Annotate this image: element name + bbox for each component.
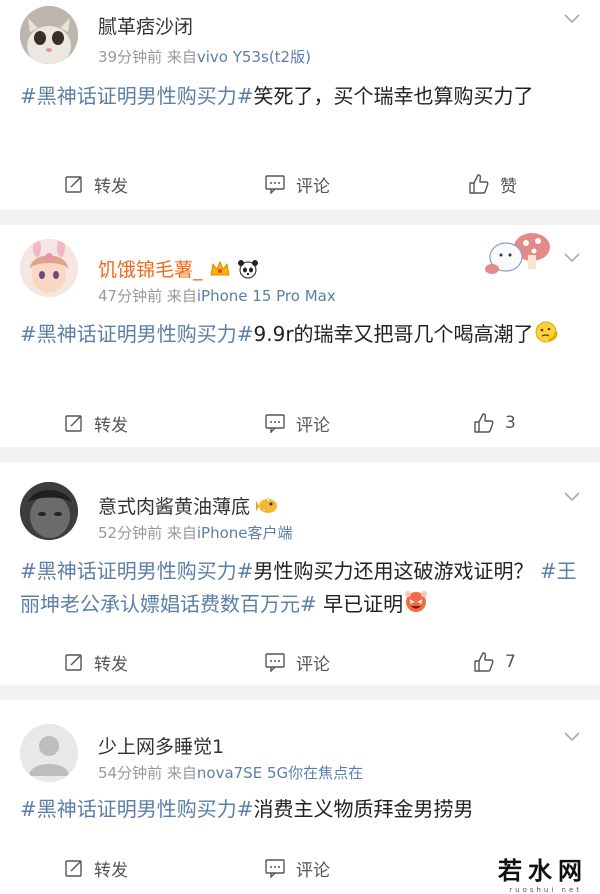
- post-time: 54分钟前: [98, 764, 163, 782]
- comment-icon: [265, 859, 285, 878]
- post-time: 52分钟前: [98, 524, 163, 542]
- avatar[interactable]: [20, 239, 78, 297]
- post-time: 39分钟前: [98, 48, 163, 66]
- comment-label: 评论: [296, 860, 330, 881]
- post-text: 9.9r的瑞幸又把哥几个喝高潮了: [253, 322, 534, 346]
- post-meta: 54分钟前 来自nova7SE 5G你在焦点在: [98, 762, 363, 783]
- thumbs-up-icon: [474, 413, 494, 433]
- repost-label: 转发: [94, 654, 128, 675]
- chevron-down-icon[interactable]: [564, 492, 580, 502]
- hashtag-link[interactable]: #黑神话证明男性购买力#: [20, 797, 254, 821]
- username[interactable]: 意式肉酱黄油薄底: [98, 492, 280, 521]
- post-text: 男性购买力还用这破游戏证明？: [253, 559, 534, 583]
- comment-button[interactable]: 评论: [264, 642, 330, 682]
- repost-button[interactable]: 转发: [64, 642, 128, 682]
- like-count: 赞: [500, 176, 517, 197]
- post-meta: 39分钟前 来自vivo Y53s(t2版): [98, 46, 311, 67]
- hashtag-link[interactable]: #黑神话证明男性购买力#: [20, 84, 254, 108]
- repost-icon: [65, 415, 82, 432]
- post-time: 47分钟前: [98, 287, 163, 305]
- repost-label: 转发: [94, 415, 128, 436]
- post-meta: 52分钟前 来自iPhone客户端: [98, 522, 293, 543]
- source-device[interactable]: nova7SE 5G你在焦点在: [197, 764, 363, 782]
- repost-icon: [65, 176, 82, 193]
- crown-badge-icon: [209, 259, 231, 284]
- weibo-post: 腻革痞沙闭 39分钟前 来自vivo Y53s(t2版) #黑神话证明男性购买力…: [0, 0, 600, 210]
- post-content: #黑神话证明男性购买力#消费主义物质拜金男捞男: [20, 793, 580, 826]
- weibo-post: 饥饿锦毛薯_ 47分钟前 来自iPhone 15 Pro Max #黑神话证明男…: [0, 225, 600, 447]
- like-button[interactable]: 7: [473, 642, 516, 682]
- chevron-down-icon[interactable]: [564, 253, 580, 263]
- action-bar: 转发 评论 赞: [0, 164, 600, 204]
- decoration-sticker-icon: [485, 233, 550, 274]
- like-button[interactable]: 3: [473, 403, 516, 443]
- username[interactable]: 腻革痞沙闭: [98, 12, 193, 39]
- avatar[interactable]: [20, 724, 78, 782]
- comment-button[interactable]: 评论: [264, 848, 330, 888]
- avatar[interactable]: [20, 6, 78, 64]
- repost-button[interactable]: 转发: [64, 848, 128, 888]
- source-prefix: 来自: [166, 287, 197, 305]
- chevron-down-icon[interactable]: [564, 732, 580, 742]
- comment-label: 评论: [296, 415, 330, 436]
- repost-label: 转发: [94, 176, 128, 197]
- repost-icon: [65, 654, 82, 671]
- source-device[interactable]: vivo Y53s(t2版): [197, 48, 311, 66]
- thumbs-up-icon: [469, 174, 489, 194]
- post-content: #黑神话证明男性购买力#男性购买力还用这破游戏证明？ #王丽坤老公承认嫖娼话费数…: [20, 555, 580, 624]
- weibo-post: 意式肉酱黄油薄底 52分钟前 来自iPhone客户端 #黑神话证明男性购买力#男…: [0, 462, 600, 685]
- comment-label: 评论: [296, 654, 330, 675]
- username[interactable]: 少上网多睡觉1: [98, 732, 224, 759]
- fish-emoji-icon: [256, 496, 280, 521]
- comment-icon: [265, 175, 285, 194]
- site-watermark: 若水网: [498, 856, 588, 885]
- repost-button[interactable]: 转发: [64, 403, 128, 443]
- like-count: 3: [505, 413, 516, 433]
- repost-label: 转发: [94, 860, 128, 881]
- comment-label: 评论: [296, 176, 330, 197]
- post-text-continued: 早已证明: [323, 592, 404, 616]
- thumbs-up-icon: [474, 652, 494, 672]
- comment-icon: [265, 414, 285, 433]
- action-bar: 转发 评论 3: [0, 403, 600, 443]
- post-meta: 47分钟前 来自iPhone 15 Pro Max: [98, 285, 336, 306]
- hashtag-link[interactable]: #黑神话证明男性购买力#: [20, 559, 254, 583]
- avatar[interactable]: [20, 482, 78, 540]
- username-text[interactable]: 意式肉酱黄油薄底: [98, 496, 250, 518]
- post-content: #黑神话证明男性购买力#9.9r的瑞幸又把哥几个喝高潮了: [20, 318, 580, 354]
- repost-icon: [65, 860, 82, 877]
- source-prefix: 来自: [166, 524, 197, 542]
- source-device[interactable]: iPhone客户端: [197, 524, 293, 542]
- laughing-emoji-icon: [403, 590, 429, 624]
- comment-button[interactable]: 评论: [264, 403, 330, 443]
- source-device[interactable]: iPhone 15 Pro Max: [197, 287, 336, 305]
- source-prefix: 来自: [166, 48, 197, 66]
- username-text[interactable]: 饥饿锦毛薯_: [98, 259, 203, 281]
- site-watermark-sub: ruoshui net: [509, 886, 582, 894]
- post-text: 消费主义物质拜金男捞男: [253, 797, 474, 821]
- hashtag-link[interactable]: #黑神话证明男性购买力#: [20, 322, 254, 346]
- source-prefix: 来自: [166, 764, 197, 782]
- comment-button[interactable]: 评论: [264, 164, 330, 204]
- username[interactable]: 饥饿锦毛薯_: [98, 255, 259, 284]
- repost-button[interactable]: 转发: [64, 164, 128, 204]
- post-content: #黑神话证明男性购买力#笑死了，买个瑞幸也算购买力了: [20, 80, 580, 113]
- action-bar: 转发 评论 7: [0, 642, 600, 682]
- thinking-emoji-icon: [534, 320, 560, 354]
- post-text: 笑死了，买个瑞幸也算购买力了: [253, 84, 534, 108]
- comment-icon: [265, 653, 285, 672]
- like-count: 7: [505, 652, 516, 672]
- chevron-down-icon[interactable]: [564, 14, 580, 24]
- like-button[interactable]: 赞: [468, 164, 517, 204]
- panda-icon: [237, 259, 259, 284]
